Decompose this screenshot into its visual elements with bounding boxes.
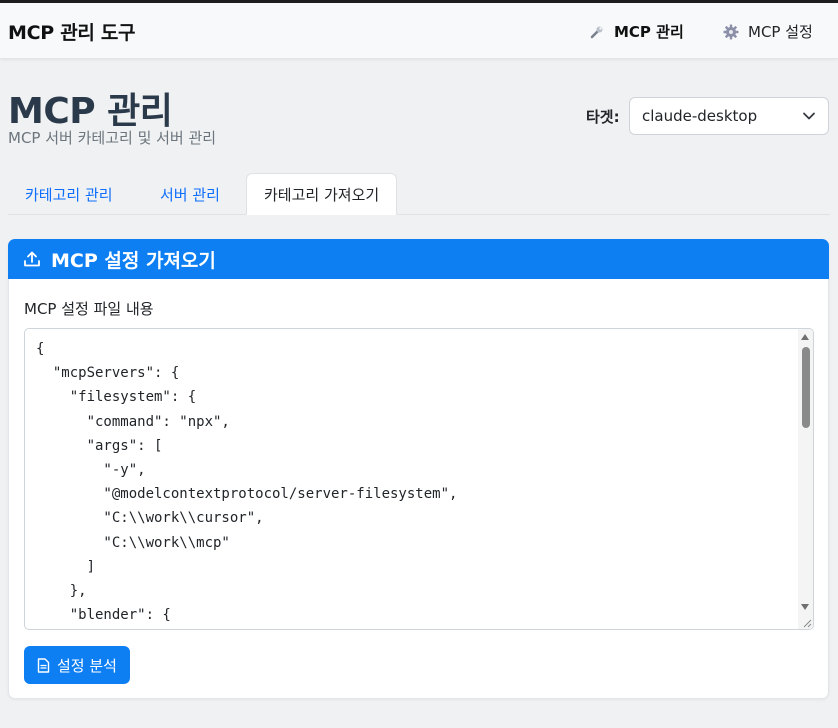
config-field-label: MCP 설정 파일 내용	[24, 300, 154, 318]
resize-grip-icon[interactable]	[800, 616, 812, 628]
file-text-icon	[37, 657, 50, 673]
page-subtitle: MCP 서버 카테고리 및 서버 관리	[8, 129, 217, 147]
card-header: MCP 설정 가져오기	[8, 239, 829, 279]
tab-category-manage[interactable]: 카테고리 관리	[8, 173, 130, 215]
textarea-scrollbar[interactable]	[798, 329, 813, 629]
navbar: MCP 관리 도구 MCP 관리 MCP 설정	[0, 3, 838, 59]
chevron-down-icon	[803, 112, 815, 120]
target-select[interactable]: claude-desktop	[629, 97, 829, 135]
wrench-icon	[590, 26, 603, 38]
upload-icon	[24, 251, 40, 267]
scrollbar-thumb[interactable]	[802, 347, 810, 428]
config-textarea[interactable]: { "mcpServers": { "filesystem": { "comma…	[24, 328, 814, 630]
tab-category-import[interactable]: 카테고리 가져오기	[246, 173, 398, 215]
import-card: MCP 설정 가져오기 MCP 설정 파일 내용 { "mcpServers":…	[8, 239, 829, 699]
config-textarea-content[interactable]: { "mcpServers": { "filesystem": { "comma…	[36, 337, 796, 627]
gear-icon	[723, 24, 739, 39]
app-title[interactable]: MCP 관리 도구	[8, 18, 136, 45]
scroll-up-arrow[interactable]	[801, 334, 809, 340]
target-select-value: claude-desktop	[642, 107, 758, 125]
nav-item-label: MCP 관리	[614, 23, 684, 41]
tab-server-manage[interactable]: 서버 관리	[143, 173, 237, 215]
nav-item-mcp-manage[interactable]: MCP 관리	[588, 21, 684, 42]
tab-bar: 카테고리 관리 서버 관리 카테고리 가져오기	[8, 173, 830, 215]
nav-item-mcp-settings[interactable]: MCP 설정	[722, 21, 813, 42]
card-title: MCP 설정 가져오기	[51, 249, 216, 272]
scroll-down-arrow[interactable]	[801, 604, 809, 610]
nav-item-label: MCP 설정	[748, 23, 813, 41]
analyze-button-label: 설정 분석	[57, 656, 117, 675]
analyze-config-button[interactable]: 설정 분석	[24, 646, 130, 684]
target-label: 타겟:	[586, 108, 620, 126]
